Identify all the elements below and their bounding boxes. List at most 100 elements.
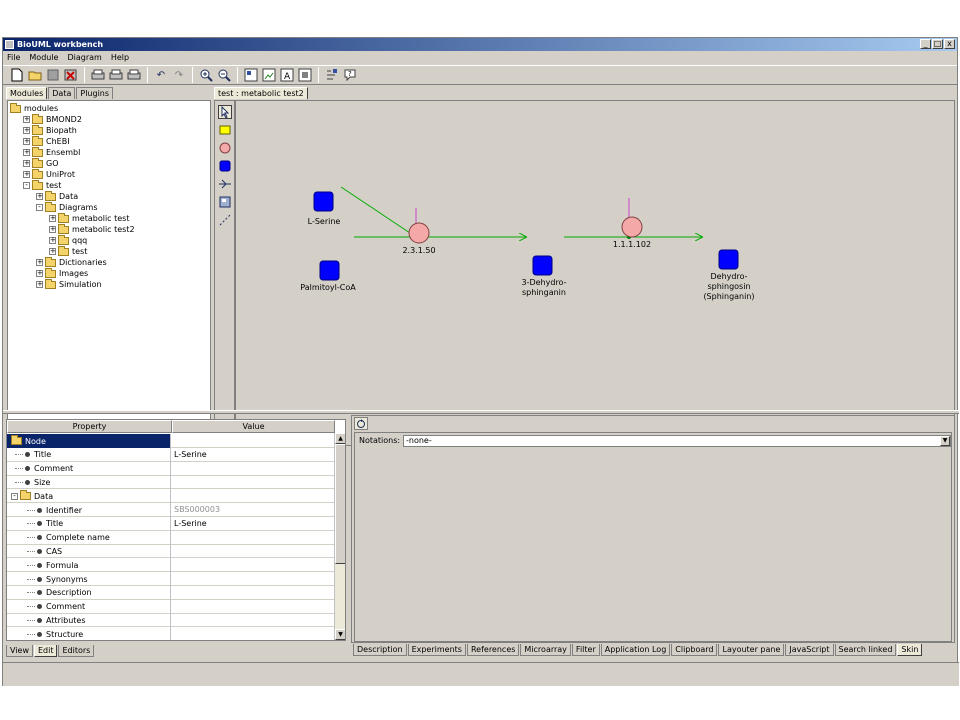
menu-module[interactable]: Module [29, 51, 58, 64]
horizontal-splitter[interactable] [3, 410, 959, 414]
scroll-thumb[interactable] [335, 444, 345, 564]
expand-icon[interactable]: + [49, 237, 56, 244]
expand-icon[interactable]: + [49, 226, 56, 233]
property-row[interactable]: Comment [7, 599, 335, 614]
property-row[interactable]: Title L-Serine [7, 516, 335, 531]
tree-item[interactable]: + BMOND2 [23, 113, 82, 125]
property-row[interactable]: Structure [7, 627, 335, 640]
expand-icon[interactable]: + [23, 149, 30, 156]
node-3-dehydrosphinganin[interactable] [532, 255, 553, 276]
property-scrollbar[interactable]: ▲ ▼ [334, 433, 345, 640]
tree-item[interactable]: - Diagrams [36, 201, 98, 213]
substance-tool-icon[interactable] [218, 159, 232, 173]
expand-icon[interactable]: + [36, 193, 43, 200]
tab-clipboard[interactable]: Clipboard [671, 644, 718, 656]
node-l-serine[interactable] [313, 191, 334, 212]
expand-icon[interactable]: + [49, 248, 56, 255]
redo-icon[interactable]: ↷ [171, 67, 187, 83]
properties-icon[interactable] [324, 67, 340, 83]
property-name-cell[interactable]: Title [7, 516, 171, 531]
property-row[interactable]: Formula [7, 558, 335, 573]
new-icon[interactable] [9, 67, 25, 83]
property-value[interactable] [172, 558, 335, 572]
tree-item[interactable]: + Biopath [23, 124, 77, 136]
menu-file[interactable]: File [7, 51, 20, 64]
property-name-cell[interactable]: Node [7, 434, 171, 448]
node-palmitoyl-coa[interactable] [319, 260, 340, 281]
property-row[interactable]: Complete name [7, 530, 335, 545]
property-name-cell[interactable]: Formula [7, 558, 171, 573]
tab-data[interactable]: Data [48, 87, 76, 99]
layout-icon[interactable] [243, 67, 259, 83]
value-column-header[interactable]: Value [172, 420, 335, 433]
property-value[interactable]: L-Serine [172, 448, 335, 462]
node-enzyme-1.1.1.102[interactable] [621, 216, 643, 238]
tab-modules[interactable]: Modules [6, 87, 48, 99]
property-name-cell[interactable]: Comment [7, 461, 171, 476]
tab-application-log[interactable]: Application Log [600, 644, 671, 656]
select-arrow-icon[interactable] [218, 105, 232, 119]
property-row[interactable]: Description [7, 585, 335, 600]
property-value[interactable] [172, 572, 335, 586]
property-name-cell[interactable]: Attributes [7, 613, 171, 628]
expand-icon[interactable]: + [23, 116, 30, 123]
minimize-button[interactable]: _ [920, 39, 931, 49]
property-value[interactable] [172, 462, 335, 476]
property-row[interactable]: Attributes [7, 613, 335, 628]
node-dehydrosphingosin[interactable] [718, 249, 739, 270]
property-name-cell[interactable]: Description [7, 585, 171, 600]
help-icon[interactable]: ? [342, 67, 358, 83]
tab-skin[interactable]: Skin [897, 644, 923, 656]
property-name-cell[interactable]: Size [7, 475, 171, 490]
property-name-cell[interactable]: Comment [7, 599, 171, 614]
property-row[interactable]: Comment [7, 461, 335, 476]
property-row[interactable]: CAS [7, 544, 335, 559]
expand-icon[interactable]: + [23, 160, 30, 167]
tree-item[interactable]: + Ensembl [23, 146, 80, 158]
tree-item[interactable]: modules [10, 102, 58, 114]
property-value[interactable] [172, 627, 335, 640]
property-row[interactable]: Size [7, 475, 335, 490]
tree-item[interactable]: + Data [36, 190, 78, 202]
property-value[interactable]: SBS000003 [172, 503, 335, 517]
image-export-icon[interactable] [261, 67, 277, 83]
tree-item[interactable]: + Images [36, 267, 88, 279]
print-preview-icon[interactable] [108, 67, 124, 83]
undo-icon[interactable]: ↶ [153, 67, 169, 83]
notations-select[interactable]: -none- ▼ [403, 435, 951, 447]
property-value[interactable] [172, 544, 335, 558]
property-name-cell[interactable]: Synonyms [7, 572, 171, 586]
collapse-icon[interactable]: - [11, 492, 18, 500]
collapse-icon[interactable]: - [36, 204, 43, 211]
scroll-up-icon[interactable]: ▲ [335, 433, 345, 444]
open-icon[interactable] [27, 67, 43, 83]
print-icon[interactable] [90, 67, 106, 83]
menu-diagram[interactable]: Diagram [67, 51, 101, 64]
enzyme-tool-icon[interactable] [218, 141, 232, 155]
expand-icon[interactable]: + [23, 127, 30, 134]
tab-view[interactable]: View [6, 645, 33, 657]
expand-icon[interactable]: + [23, 171, 30, 178]
property-name-cell[interactable]: CAS [7, 544, 171, 559]
tree-item[interactable]: + metabolic test2 [49, 223, 135, 235]
tab-references[interactable]: References [466, 644, 520, 656]
tree-item[interactable]: + UniProt [23, 168, 75, 180]
property-value[interactable] [172, 600, 335, 614]
diagram-canvas[interactable]: L-Serine Palmitoyl-CoA 2.3.1.50 3-Dehydr… [235, 100, 955, 446]
close-button[interactable]: x [944, 39, 955, 49]
expand-icon[interactable]: + [36, 270, 43, 277]
tab-editors[interactable]: Editors [58, 645, 95, 657]
collapse-icon[interactable]: - [23, 182, 30, 189]
property-name-cell[interactable]: Identifier [7, 503, 171, 517]
tab-edit[interactable]: Edit [33, 645, 58, 657]
property-value[interactable] [172, 531, 335, 545]
tab-diagram[interactable]: test : metabolic test2 [214, 87, 308, 99]
property-value[interactable]: L-Serine [172, 517, 335, 531]
property-row[interactable]: Identifier SBS000003 [7, 503, 335, 517]
property-row[interactable]: Title L-Serine [7, 447, 335, 462]
tab-layouter-pane[interactable]: Layouter pane [718, 644, 785, 656]
chevron-down-icon[interactable]: ▼ [940, 436, 950, 446]
property-name-cell[interactable]: Complete name [7, 530, 171, 545]
tab-search-linked[interactable]: Search linked [834, 644, 897, 656]
note-tool-icon[interactable] [218, 123, 232, 137]
